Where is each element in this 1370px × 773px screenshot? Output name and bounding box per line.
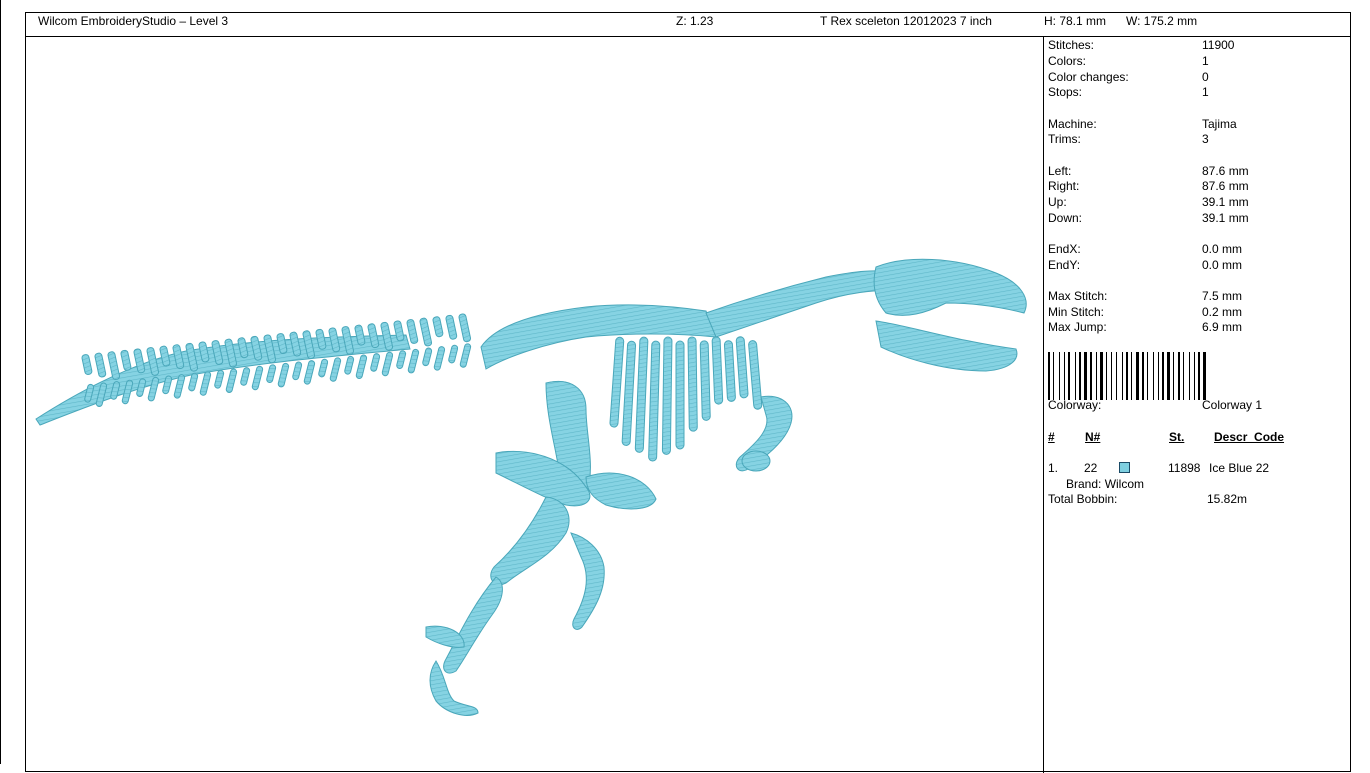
stat-label: Max Stitch: [1048, 289, 1108, 303]
stat-value: 3 [1202, 132, 1209, 146]
stat-value: 87.6 mm [1202, 179, 1249, 193]
col-index-header: # [1048, 430, 1055, 444]
stat-label: Up: [1048, 195, 1067, 209]
stat-value: 11900 [1202, 38, 1235, 52]
stat-value: 0.0 mm [1202, 242, 1243, 256]
stat-label: Machine: [1048, 117, 1097, 131]
stat-value: 1 [1202, 54, 1209, 68]
barcode-icon [1048, 352, 1206, 400]
stat-label: Down: [1048, 211, 1083, 225]
stat-label: Color changes: [1048, 70, 1129, 84]
stat-value: Tajima [1202, 117, 1237, 131]
bobbin-value: 15.82m [1207, 492, 1248, 506]
stat-value: 0.2 mm [1202, 305, 1243, 319]
col-stitches-header: St. [1169, 430, 1185, 444]
stat-label: EndX: [1048, 242, 1081, 256]
design-preview[interactable] [26, 37, 1044, 773]
stat-value: 7.5 mm [1202, 289, 1243, 303]
stat-label: Min Stitch: [1048, 305, 1105, 319]
stat-value: 39.1 mm [1202, 195, 1249, 209]
stat-label: EndY: [1048, 258, 1081, 272]
stat-label: Max Jump: [1048, 320, 1107, 334]
bobbin-label: Total Bobbin: [1048, 492, 1118, 506]
stat-label: Colors: [1048, 54, 1087, 68]
col-descr-header: Descr_Code [1214, 430, 1285, 444]
info-panel: Stitches: 11900 Colors: 1 Color changes: 0 Sto… [1048, 38, 1348, 768]
design-height: H: 78.1 mm [1044, 14, 1107, 28]
stat-label: Left: [1048, 164, 1072, 178]
col-needle-header: N# [1085, 430, 1101, 444]
design-name: T Rex sceleton 12012023 7 inch [820, 14, 992, 28]
worksheet: Wilcom EmbroideryStudio – Level 3 Z: 1.2… [25, 12, 1351, 773]
design-width: W: 175.2 mm [1126, 14, 1198, 28]
zoom-level: Z: 1.23 [676, 14, 714, 28]
stat-label: Right: [1048, 179, 1080, 193]
stat-value: 39.1 mm [1202, 211, 1249, 225]
colorway-label: Colorway: [1048, 398, 1102, 412]
row-descr: Ice Blue 22 [1209, 461, 1270, 475]
stat-value: 87.6 mm [1202, 164, 1249, 178]
stat-label: Trims: [1048, 132, 1081, 146]
color-swatch [1119, 462, 1130, 473]
app-title: Wilcom EmbroideryStudio – Level 3 [38, 14, 229, 28]
stat-value: 0.0 mm [1202, 258, 1243, 272]
window-edge [0, 0, 1, 764]
worksheet-header: Wilcom EmbroideryStudio – Level 3 Z: 1.2… [26, 13, 1350, 37]
stat-label: Stitches: [1048, 38, 1095, 52]
stat-value: 6.9 mm [1202, 320, 1243, 334]
stat-value: 0 [1202, 70, 1209, 84]
stat-label: Stops: [1048, 85, 1083, 99]
stat-value: 1 [1202, 85, 1209, 99]
row-stitches: 11898 [1168, 461, 1201, 475]
row-index: 1. [1048, 461, 1059, 475]
row-needle: 22 [1084, 461, 1098, 475]
trex-skeleton-icon [35, 258, 1027, 716]
row-brand: Brand: Wilcom [1066, 477, 1145, 491]
colorway-value: Colorway 1 [1202, 398, 1263, 412]
